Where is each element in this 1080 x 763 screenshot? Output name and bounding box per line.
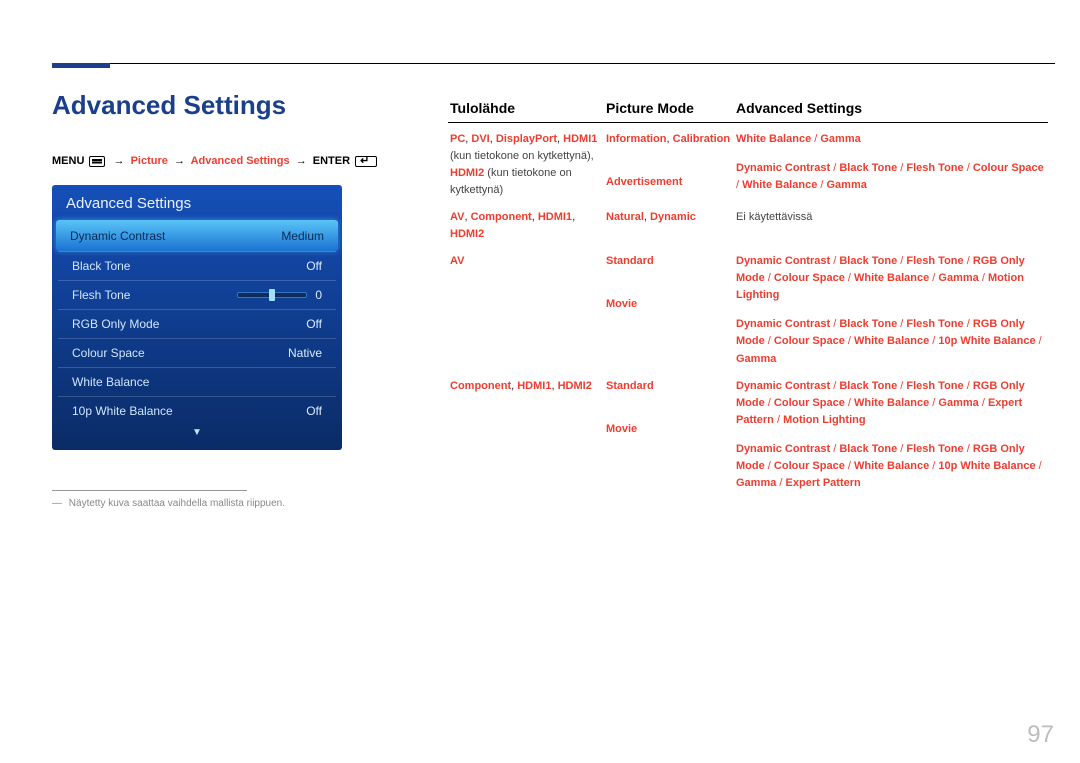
osd-row[interactable]: Black Tone Off (58, 251, 336, 280)
cell-advanced: Dynamic Contrast / Black Tone / Flesh To… (736, 253, 1048, 367)
cell-advanced: Ei käytettävissä (736, 209, 1048, 243)
table-row: AV, Component, HDMI1, HDMI2Natural, Dyna… (448, 209, 1048, 253)
osd-panel: Advanced Settings Dynamic Contrast Medium… (52, 185, 342, 450)
osd-row-value: 0 (315, 288, 322, 302)
page-title: Advanced Settings (52, 90, 286, 121)
footnote: ― Näytetty kuva saattaa vaihdella mallis… (52, 498, 285, 509)
arrow-icon: → (296, 155, 307, 167)
header-rule (52, 63, 1055, 64)
cell-source: PC, DVI, DisplayPort, HDMI1 (kun tietoko… (448, 131, 606, 199)
osd-row-value: Medium (281, 229, 324, 243)
footnote-rule (52, 490, 247, 491)
slider[interactable] (237, 292, 307, 298)
osd-row[interactable]: 10p White Balance Off (58, 396, 336, 425)
menu-label: MENU (52, 155, 84, 167)
menu-icon (89, 156, 105, 167)
osd-row-label: Colour Space (72, 346, 145, 360)
osd-row-value: Off (306, 259, 322, 273)
header-accent (52, 63, 110, 68)
osd-row-label: Black Tone (72, 259, 130, 273)
cell-source: AV, Component, HDMI1, HDMI2 (448, 209, 606, 243)
header-picture-mode: Picture Mode (606, 100, 736, 116)
footnote-dash: ― (52, 498, 62, 509)
osd-title: Advanced Settings (52, 185, 342, 220)
cell-source: AV (448, 253, 606, 367)
cell-picture-mode: StandardMovie (606, 253, 736, 367)
osd-row[interactable]: Dynamic Contrast Medium (56, 220, 338, 251)
page-number: 97 (1027, 721, 1054, 749)
osd-row-value: Native (288, 346, 322, 360)
breadcrumb: MENU → Picture → Advanced Settings → ENT… (52, 155, 379, 167)
osd-row-value: Off (306, 404, 322, 418)
osd-row-label: Dynamic Contrast (70, 229, 165, 243)
table-row: PC, DVI, DisplayPort, HDMI1 (kun tietoko… (448, 123, 1048, 209)
osd-row-label: White Balance (72, 375, 149, 389)
cell-picture-mode: Natural, Dynamic (606, 209, 736, 243)
chevron-down-icon: ▼ (52, 427, 342, 438)
header-advanced: Advanced Settings (736, 100, 1048, 116)
osd-row-label: RGB Only Mode (72, 317, 159, 331)
footnote-text: Näytetty kuva saattaa vaihdella mallista… (69, 498, 285, 509)
osd-row-value: Off (306, 317, 322, 331)
settings-table: Tulolähde Picture Mode Advanced Settings… (448, 100, 1048, 502)
crumb-advanced: Advanced Settings (191, 155, 290, 167)
osd-row[interactable]: Flesh Tone 0 (58, 280, 336, 309)
cell-advanced: White Balance / GammaDynamic Contrast / … (736, 131, 1048, 199)
cell-source: Component, HDMI1, HDMI2 (448, 378, 606, 492)
crumb-picture: Picture (131, 155, 168, 167)
table-row: Component, HDMI1, HDMI2StandardMovieDyna… (448, 378, 1048, 502)
osd-row[interactable]: Colour Space Native (58, 338, 336, 367)
cell-advanced: Dynamic Contrast / Black Tone / Flesh To… (736, 378, 1048, 492)
osd-row-label: 10p White Balance (72, 404, 173, 418)
arrow-icon: → (174, 155, 185, 167)
arrow-icon: → (114, 155, 125, 167)
osd-row-label: Flesh Tone (72, 288, 130, 302)
table-row: AVStandardMovieDynamic Contrast / Black … (448, 253, 1048, 377)
enter-label: ENTER (313, 155, 350, 167)
enter-icon (355, 156, 377, 167)
table-header: Tulolähde Picture Mode Advanced Settings (448, 100, 1048, 123)
cell-picture-mode: Information, CalibrationAdvertisement (606, 131, 736, 199)
osd-row[interactable]: White Balance (58, 367, 336, 396)
header-source: Tulolähde (448, 100, 606, 116)
cell-picture-mode: StandardMovie (606, 378, 736, 492)
osd-row[interactable]: RGB Only Mode Off (58, 309, 336, 338)
slider-thumb[interactable] (269, 289, 275, 301)
